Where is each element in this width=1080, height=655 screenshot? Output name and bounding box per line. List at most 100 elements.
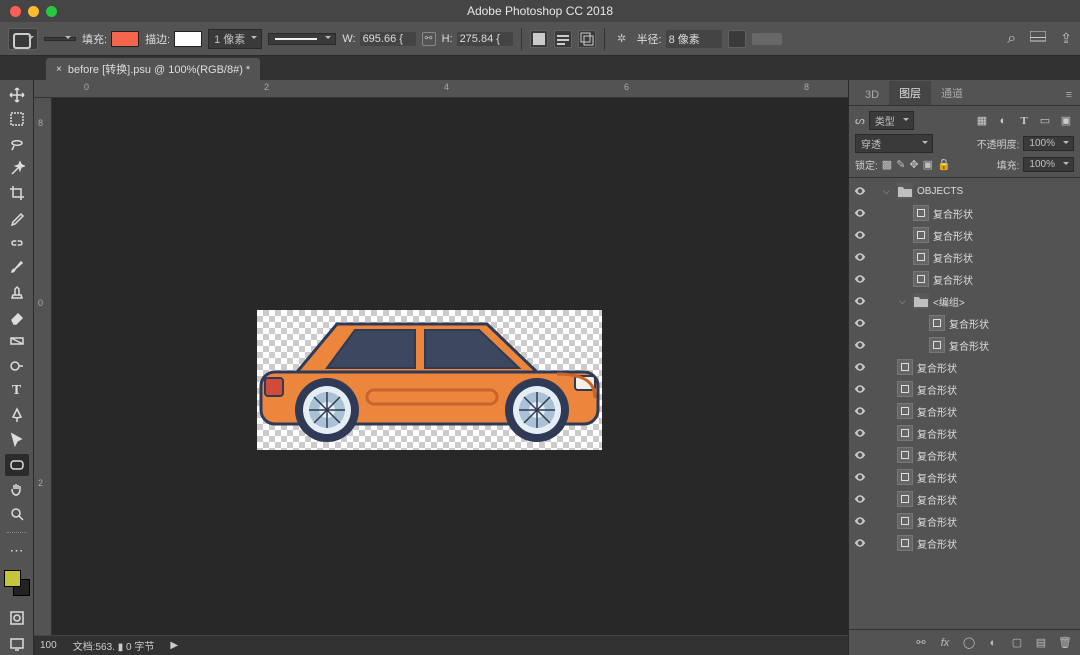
layer-row[interactable]: 复合形状 xyxy=(849,488,1080,510)
close-window-button[interactable] xyxy=(10,6,21,17)
layer-name[interactable]: 复合形状 xyxy=(917,536,957,551)
group-layers-icon[interactable]: ▢ xyxy=(1010,636,1024,650)
visibility-icon[interactable] xyxy=(853,514,867,528)
visibility-icon[interactable] xyxy=(853,250,867,264)
stroke-width-dropdown[interactable]: 1 像素 xyxy=(208,29,262,49)
visibility-icon[interactable] xyxy=(853,448,867,462)
layer-name[interactable]: 复合形状 xyxy=(917,382,957,397)
layer-row[interactable]: 复合形状 xyxy=(849,466,1080,488)
layer-name[interactable]: 复合形状 xyxy=(917,514,957,529)
path-align-icon[interactable] xyxy=(554,30,572,48)
visibility-icon[interactable] xyxy=(853,492,867,506)
document-tab[interactable]: × before [转换].psu @ 100%(RGB/8#) * xyxy=(46,58,260,80)
quick-mask-icon[interactable] xyxy=(5,607,29,629)
layer-row[interactable]: 复合形状 xyxy=(849,334,1080,356)
layer-name[interactable]: <编组> xyxy=(933,294,965,309)
layer-row[interactable]: 复合形状 xyxy=(849,422,1080,444)
dodge-tool[interactable] xyxy=(5,355,29,377)
layer-row[interactable]: 复合形状 xyxy=(849,510,1080,532)
filter-kind-dropdown[interactable]: 类型 xyxy=(869,111,914,130)
layer-name[interactable]: 复合形状 xyxy=(933,272,973,287)
opacity-field[interactable]: 100% xyxy=(1023,136,1074,151)
layer-row[interactable]: 复合形状 xyxy=(849,444,1080,466)
ruler-vertical[interactable]: 8 0 2 xyxy=(34,98,52,635)
width-field[interactable]: 695.66 { xyxy=(360,32,416,46)
path-arrange-icon[interactable] xyxy=(578,30,596,48)
maximize-window-button[interactable] xyxy=(46,6,57,17)
layer-row[interactable]: 复合形状 xyxy=(849,532,1080,554)
lock-position-icon[interactable]: ✥ xyxy=(909,158,918,171)
clone-stamp-tool[interactable] xyxy=(5,281,29,303)
visibility-icon[interactable] xyxy=(853,360,867,374)
layer-row[interactable]: ⌵ OBJECTS xyxy=(849,180,1080,202)
layer-name[interactable]: 复合形状 xyxy=(949,338,989,353)
visibility-icon[interactable] xyxy=(853,382,867,396)
layer-row[interactable]: 复合形状 xyxy=(849,312,1080,334)
canvas[interactable] xyxy=(52,98,848,635)
link-wh-icon[interactable]: ⚯ xyxy=(422,32,436,46)
layer-row[interactable]: 复合形状 xyxy=(849,268,1080,290)
layer-row[interactable]: 复合形状 xyxy=(849,356,1080,378)
align-edges-toggle[interactable] xyxy=(752,33,782,45)
visibility-icon[interactable] xyxy=(853,338,867,352)
tab-layers[interactable]: 图层 xyxy=(889,81,931,105)
layer-mask-icon[interactable]: ◯ xyxy=(962,636,976,650)
zoom-tool[interactable] xyxy=(5,503,29,525)
shape-tool-preset-dropdown[interactable] xyxy=(8,28,38,50)
type-tool[interactable]: T xyxy=(5,380,29,402)
layer-name[interactable]: OBJECTS xyxy=(917,186,963,197)
link-layers-icon[interactable]: ⚯ xyxy=(914,636,928,650)
healing-brush-tool[interactable] xyxy=(5,232,29,254)
layer-name[interactable]: 复合形状 xyxy=(917,448,957,463)
eyedropper-tool[interactable] xyxy=(5,207,29,229)
lock-pixels-icon[interactable]: ▩ xyxy=(882,158,892,171)
shape-mode-dropdown[interactable] xyxy=(44,37,76,41)
screen-mode-icon[interactable] xyxy=(5,633,29,655)
radius-field[interactable]: 8 像素 xyxy=(666,30,722,48)
share-icon[interactable] xyxy=(1060,30,1072,47)
visibility-icon[interactable] xyxy=(853,404,867,418)
gradient-tool[interactable] xyxy=(5,331,29,353)
magic-wand-tool[interactable] xyxy=(5,158,29,180)
filter-shape-icon[interactable]: ▭ xyxy=(1037,113,1053,129)
brush-tool[interactable] xyxy=(5,257,29,279)
visibility-icon[interactable] xyxy=(853,228,867,242)
new-layer-icon[interactable]: ▤ xyxy=(1034,636,1048,650)
filter-search-icon[interactable]: ᔕ xyxy=(855,114,865,127)
rounded-rectangle-tool[interactable] xyxy=(5,454,29,476)
visibility-icon[interactable] xyxy=(853,272,867,286)
layer-name[interactable]: 复合形状 xyxy=(917,360,957,375)
twisty-icon[interactable]: ⌵ xyxy=(883,186,893,197)
filter-adjust-icon[interactable]: ◐ xyxy=(995,113,1011,129)
lock-paint-icon[interactable]: ✎ xyxy=(896,158,905,171)
panel-menu-icon[interactable]: ≡ xyxy=(1058,85,1080,105)
fg-color-swatch[interactable] xyxy=(4,570,21,587)
layer-row[interactable]: 复合形状 xyxy=(849,378,1080,400)
radius-link-icon[interactable] xyxy=(728,30,746,48)
move-tool[interactable] xyxy=(5,84,29,106)
layer-name[interactable]: 复合形状 xyxy=(917,404,957,419)
visibility-icon[interactable] xyxy=(853,294,867,308)
fill-swatch[interactable] xyxy=(111,31,139,47)
height-field[interactable]: 275.84 { xyxy=(457,32,513,46)
blend-mode-dropdown[interactable]: 穿透 xyxy=(855,134,933,153)
filter-image-icon[interactable]: ▦ xyxy=(974,113,990,129)
close-tab-icon[interactable]: × xyxy=(56,64,62,75)
minimize-window-button[interactable] xyxy=(28,6,39,17)
layer-fx-icon[interactable]: fx xyxy=(938,636,952,650)
layer-name[interactable]: 复合形状 xyxy=(917,492,957,507)
layer-name[interactable]: 复合形状 xyxy=(933,250,973,265)
lock-artboard-icon[interactable]: ▣ xyxy=(923,158,933,171)
layer-row[interactable]: 复合形状 xyxy=(849,224,1080,246)
tab-channels[interactable]: 通道 xyxy=(931,81,973,105)
eraser-tool[interactable] xyxy=(5,306,29,328)
tab-3d[interactable]: 3D xyxy=(855,85,889,105)
filter-smart-icon[interactable]: ▣ xyxy=(1058,113,1074,129)
stroke-swatch[interactable] xyxy=(174,31,202,47)
layer-name[interactable]: 复合形状 xyxy=(933,206,973,221)
visibility-icon[interactable] xyxy=(853,206,867,220)
doc-size-label[interactable]: 文档:563. ▮ 0 字节 xyxy=(73,638,155,653)
layer-row[interactable]: 复合形状 xyxy=(849,400,1080,422)
visibility-icon[interactable] xyxy=(853,316,867,330)
visibility-icon[interactable] xyxy=(853,184,867,198)
